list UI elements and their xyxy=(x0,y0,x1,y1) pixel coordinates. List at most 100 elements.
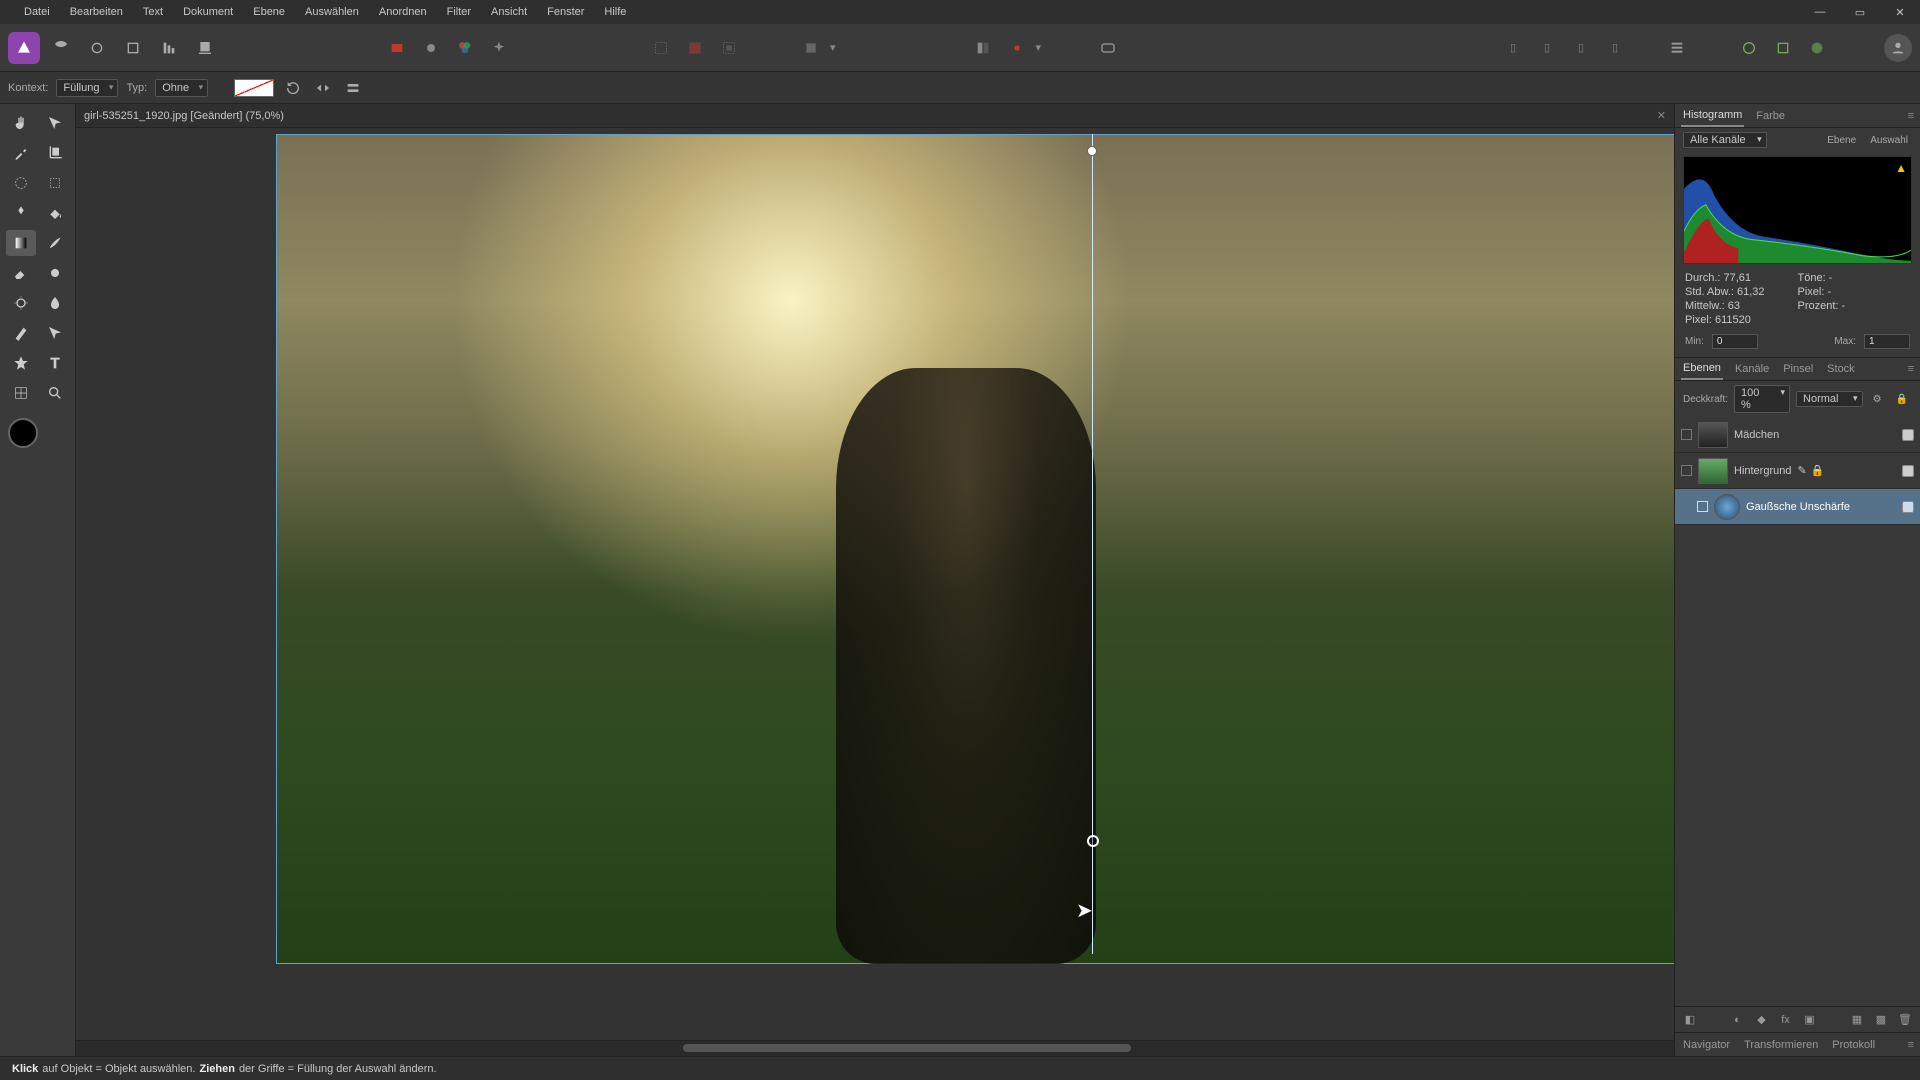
smudge-tool[interactable] xyxy=(40,290,70,316)
canvas[interactable]: ➤ xyxy=(76,128,1674,1040)
insert-behind-button[interactable] xyxy=(1802,33,1832,63)
histogram-layer-button[interactable]: Ebene xyxy=(1823,133,1860,148)
layer-row-gauss-blur[interactable]: Gaußsche Unschärfe xyxy=(1675,489,1920,525)
account-button[interactable] xyxy=(1884,34,1912,62)
tab-ebenen[interactable]: Ebenen xyxy=(1681,358,1723,380)
crop-mode-button[interactable] xyxy=(796,33,826,63)
tab-farbe[interactable]: Farbe xyxy=(1754,106,1787,126)
blend-mode-select[interactable]: Normal xyxy=(1796,391,1863,407)
add-layer-button[interactable]: ▦ xyxy=(1848,1011,1866,1029)
persona-liquify-button[interactable] xyxy=(82,33,112,63)
move-tool[interactable] xyxy=(40,110,70,136)
add-mask-button[interactable]: ◧ xyxy=(1681,1011,1699,1029)
align-dist-button[interactable]: ▯ xyxy=(1600,33,1630,63)
flood-select-tool[interactable] xyxy=(6,200,36,226)
chevron-down-icon[interactable]: ▾ xyxy=(830,41,836,54)
reverse-button[interactable] xyxy=(312,77,334,99)
snapping-button[interactable] xyxy=(1002,33,1032,63)
align-right-button[interactable]: ▯ xyxy=(1566,33,1596,63)
chevron-down-icon-2[interactable]: ▾ xyxy=(1036,41,1042,54)
shape-tool[interactable] xyxy=(6,350,36,376)
min-input[interactable] xyxy=(1712,334,1758,349)
menu-bearbeiten[interactable]: Bearbeiten xyxy=(60,1,133,23)
histogram-channel-select[interactable]: Alle Kanäle xyxy=(1683,132,1767,148)
paint-brush-tool[interactable] xyxy=(40,230,70,256)
fx-button[interactable]: fx xyxy=(1777,1011,1795,1029)
fill-swatch[interactable] xyxy=(234,79,274,97)
foreground-color-swatch[interactable] xyxy=(8,418,38,448)
layer-visibility-toggle[interactable] xyxy=(1902,465,1914,477)
align-center-button[interactable]: ▯ xyxy=(1532,33,1562,63)
tab-close-button[interactable]: ✕ xyxy=(1657,109,1666,122)
layer-row-hintergrund[interactable]: Hintergrund ✎ 🔒 xyxy=(1675,453,1920,489)
hand-tool[interactable] xyxy=(6,110,36,136)
tab-transformieren[interactable]: Transformieren xyxy=(1742,1035,1820,1055)
insert-inside-button[interactable] xyxy=(1768,33,1798,63)
layer-lock-button[interactable]: 🔒 xyxy=(1892,392,1912,407)
nav-panel-menu-button[interactable]: ≡ xyxy=(1908,1039,1914,1051)
gradient-handle-end[interactable] xyxy=(1087,835,1099,847)
menu-fenster[interactable]: Fenster xyxy=(537,1,594,23)
add-pixel-layer-button[interactable]: ▩ xyxy=(1872,1011,1890,1029)
menu-text[interactable]: Text xyxy=(133,1,173,23)
dodge-tool[interactable] xyxy=(6,290,36,316)
layer-expand-toggle[interactable] xyxy=(1697,501,1708,512)
layer-row-maedchen[interactable]: Mädchen xyxy=(1675,417,1920,453)
marquee-tool[interactable] xyxy=(40,170,70,196)
menu-ansicht[interactable]: Ansicht xyxy=(481,1,537,23)
fill-type-select[interactable]: Füllung xyxy=(56,79,118,97)
panel-menu-button[interactable]: ≡ xyxy=(1908,110,1914,122)
selection-sub-button[interactable] xyxy=(680,33,710,63)
layers-panel-menu-button[interactable]: ≡ xyxy=(1908,363,1914,375)
add-adjustment-button[interactable]: ◐ xyxy=(1729,1011,1747,1029)
clone-tool[interactable] xyxy=(40,260,70,286)
tab-histogramm[interactable]: Histogramm xyxy=(1681,105,1744,127)
pencil-icon[interactable]: ✎ xyxy=(1797,464,1806,477)
gradient-type-select[interactable]: Ohne xyxy=(155,79,208,97)
persona-develop-button[interactable] xyxy=(118,33,148,63)
arrange-button[interactable] xyxy=(968,33,998,63)
selection-intersect-button[interactable] xyxy=(714,33,744,63)
color-picker-tool[interactable] xyxy=(6,140,36,166)
tab-stock[interactable]: Stock xyxy=(1825,359,1857,379)
tab-kanaele[interactable]: Kanäle xyxy=(1733,359,1771,379)
layer-visibility-toggle[interactable] xyxy=(1902,501,1914,513)
zoom-tool[interactable] xyxy=(40,380,70,406)
layer-settings-button[interactable]: ⚙ xyxy=(1869,392,1886,407)
persona-tonemap-button[interactable] xyxy=(154,33,184,63)
max-input[interactable] xyxy=(1864,334,1910,349)
gradient-handle-start[interactable] xyxy=(1087,146,1097,156)
menu-dokument[interactable]: Dokument xyxy=(173,1,243,23)
window-maximize-button[interactable]: ▭ xyxy=(1840,0,1880,24)
crop-tool[interactable] xyxy=(40,140,70,166)
menu-filter[interactable]: Filter xyxy=(437,1,481,23)
document-tab-title[interactable]: girl-535251_1920.jpg [Geändert] (75,0%) xyxy=(84,110,284,122)
gradient-line[interactable] xyxy=(1092,134,1093,954)
order-button[interactable] xyxy=(1662,33,1692,63)
selection-add-button[interactable] xyxy=(646,33,676,63)
scrollbar-thumb[interactable] xyxy=(683,1044,1130,1052)
node-tool[interactable] xyxy=(40,320,70,346)
persona-photo-button[interactable] xyxy=(46,33,76,63)
canvas-h-scrollbar[interactable] xyxy=(76,1040,1674,1056)
text-tool[interactable] xyxy=(40,350,70,376)
autocontrast-button[interactable] xyxy=(484,33,514,63)
add-livefilter-button[interactable]: ◆ xyxy=(1753,1011,1771,1029)
group-button[interactable]: ▣ xyxy=(1801,1011,1819,1029)
gradient-tool[interactable] xyxy=(6,230,36,256)
tab-protokoll[interactable]: Protokoll xyxy=(1830,1035,1877,1055)
layer-visibility-toggle[interactable] xyxy=(1902,429,1914,441)
window-close-button[interactable]: ✕ xyxy=(1880,0,1920,24)
persona-export-button[interactable] xyxy=(190,33,220,63)
selection-brush-tool[interactable] xyxy=(6,170,36,196)
menu-datei[interactable]: Datei xyxy=(14,1,60,23)
layer-expand-toggle[interactable] xyxy=(1681,465,1692,476)
preview-button[interactable] xyxy=(1093,33,1123,63)
pen-tool[interactable] xyxy=(6,320,36,346)
flood-fill-tool[interactable] xyxy=(40,200,70,226)
delete-layer-button[interactable]: 🗑 xyxy=(1896,1011,1914,1029)
align-left-button[interactable]: ▯ xyxy=(1498,33,1528,63)
mesh-tool[interactable] xyxy=(6,380,36,406)
refine-button[interactable] xyxy=(416,33,446,63)
tab-navigator[interactable]: Navigator xyxy=(1681,1035,1732,1055)
